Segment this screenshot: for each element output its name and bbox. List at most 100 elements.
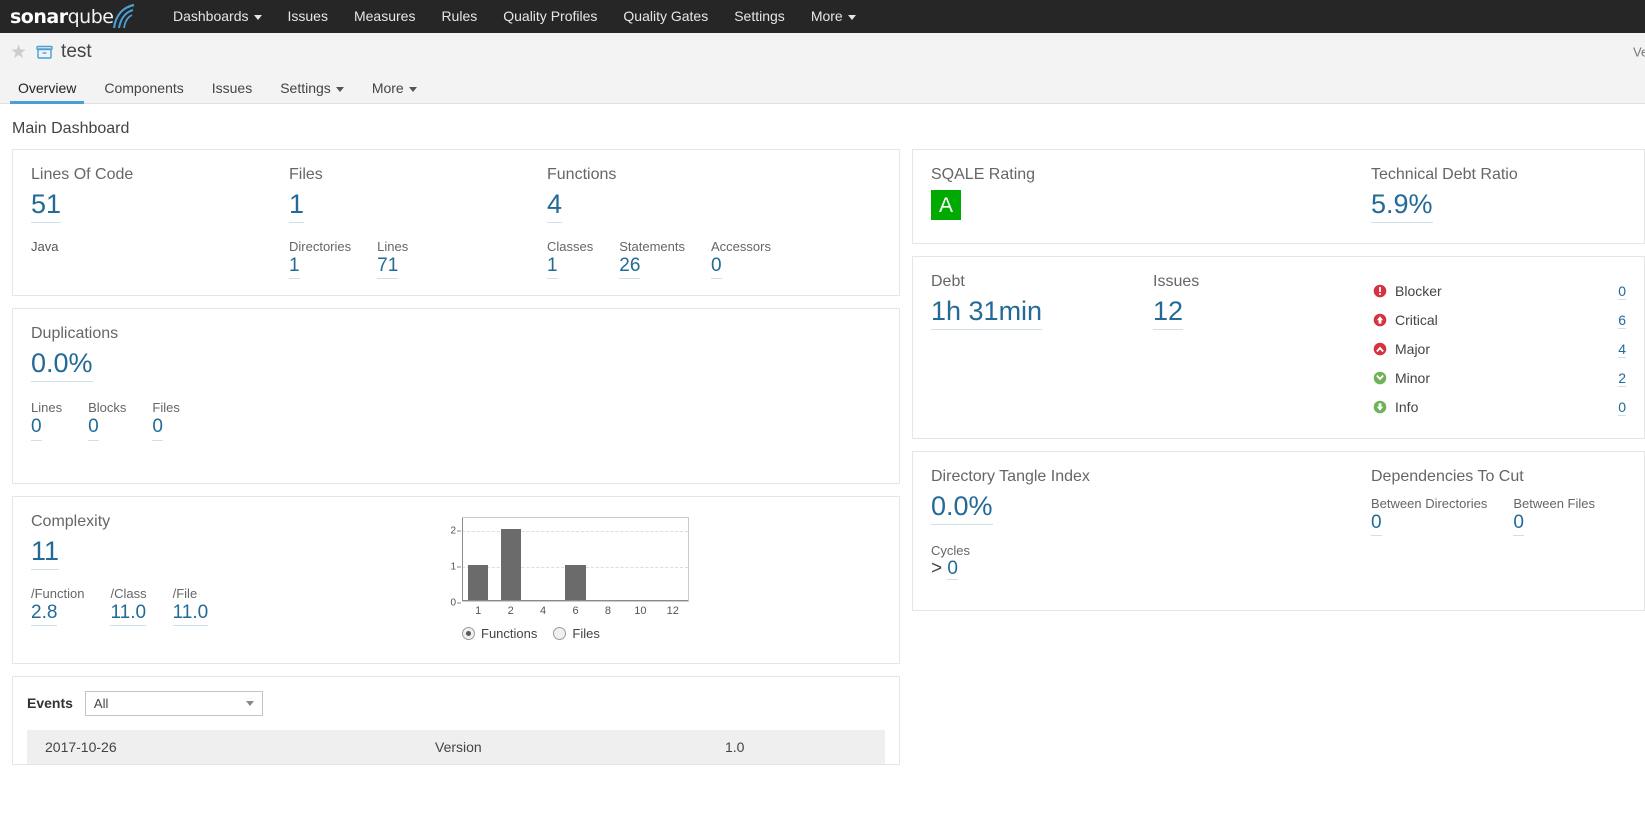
duplicated-blocks-block: Blocks 0 (88, 400, 126, 441)
functions-value[interactable]: 4 (547, 188, 563, 223)
files-value[interactable]: 1 (289, 188, 305, 223)
event-name: 1.0 (707, 729, 885, 764)
cycles-value-row: > 0 (931, 557, 1371, 580)
tab-settings[interactable]: Settings (266, 81, 358, 103)
severity-label-minor: Minor (1395, 370, 1431, 387)
lines-value[interactable]: 71 (377, 254, 399, 280)
severity-row-blocker[interactable]: Blocker 0 (1373, 277, 1626, 306)
chevron-down-icon (253, 14, 262, 20)
duplicated-files-value[interactable]: 0 (152, 415, 163, 441)
nav-item-issues[interactable]: Issues (275, 0, 341, 33)
favorite-star-icon[interactable]: ★ (10, 43, 27, 62)
between-files-label: Between Files (1513, 495, 1595, 511)
nav-item-quality-profiles[interactable]: Quality Profiles (490, 0, 610, 33)
nav-item-dashboards[interactable]: Dashboards (160, 0, 275, 33)
tab-settings-label: Settings (280, 80, 331, 96)
sonarqube-logo[interactable]: sonarqube (10, 0, 138, 33)
radio-files[interactable]: Files (553, 626, 600, 641)
technical-debt-ratio-value[interactable]: 5.9% (1371, 188, 1433, 223)
severity-row-minor[interactable]: Minor 2 (1373, 364, 1626, 393)
complexity-per-class-label: /Class (110, 585, 147, 601)
chart-gridline (462, 530, 688, 532)
severity-row-critical[interactable]: Critical 6 (1373, 306, 1626, 335)
sqale-rating-label: SQALE Rating (931, 166, 1036, 183)
lines-of-code-value[interactable]: 51 (31, 188, 62, 223)
between-files-value[interactable]: 0 (1513, 511, 1524, 537)
chart-x-tick: 10 (634, 604, 647, 617)
dashboard-right-column: SQALE Rating A Technical Debt Ratio 5.9%… (912, 149, 1645, 623)
directories-value[interactable]: 1 (289, 254, 300, 280)
project-header: ★ test Vers (0, 33, 1645, 71)
logo-text-light: qube (67, 5, 114, 28)
technical-debt-ratio-label: Technical Debt Ratio (1371, 166, 1518, 183)
complexity-per-file-value[interactable]: 11.0 (172, 601, 209, 627)
nav-item-settings[interactable]: Settings (721, 0, 798, 33)
directory-tangle-index-value[interactable]: 0.0% (931, 490, 993, 525)
duplications-label: Duplications (31, 325, 119, 343)
tab-components[interactable]: Components (90, 81, 197, 103)
complexity-per-function-block: /Function 2.8 (31, 586, 84, 627)
severity-row-major[interactable]: Major 4 (1373, 335, 1626, 364)
duplicated-lines-value[interactable]: 0 (31, 415, 42, 441)
complexity-chart-legend: Functions Files (462, 626, 689, 641)
radio-functions-icon (462, 626, 475, 640)
cycles-value[interactable]: 0 (947, 557, 958, 580)
severity-count-major[interactable]: 4 (1618, 341, 1626, 358)
logo-text: sonarqube (10, 5, 114, 28)
nav-item-quality-gates[interactable]: Quality Gates (610, 0, 721, 33)
duplicated-blocks-value[interactable]: 0 (88, 415, 99, 441)
project-version-label: Vers (1632, 44, 1645, 60)
chart-x-tick: 12 (666, 604, 679, 617)
severity-list: Blocker 0 Critical 6 Major 4 Minor 2 Inf… (1373, 273, 1626, 422)
radio-functions[interactable]: Functions (462, 626, 537, 641)
nav-item-measures[interactable]: Measures (341, 0, 428, 33)
between-directories-value[interactable]: 0 (1371, 511, 1382, 537)
chart-x-tick: 1 (475, 604, 482, 617)
global-navbar: sonarqube Dashboards Issues Measures Rul… (0, 0, 1645, 33)
severity-count-blocker[interactable]: 0 (1618, 283, 1626, 300)
events-filter-select[interactable]: All (84, 690, 263, 716)
chart-bar[interactable] (468, 564, 489, 601)
chart-x-axis (462, 599, 688, 601)
statements-label: Statements (619, 238, 686, 254)
tab-issues[interactable]: Issues (198, 81, 266, 103)
tab-overview[interactable]: Overview (4, 81, 90, 104)
severity-count-minor[interactable]: 2 (1618, 370, 1626, 387)
directory-tangle-index-label: Directory Tangle Index (931, 467, 1090, 485)
chart-x-tick: 4 (540, 604, 547, 617)
complexity-per-class-value[interactable]: 11.0 (110, 601, 147, 627)
project-tabs: Overview Components Issues Settings More (0, 71, 1645, 104)
duplications-value[interactable]: 0.0% (31, 347, 93, 383)
lines-of-code-block: Lines Of Code 51 Java (31, 166, 289, 279)
classes-value[interactable]: 1 (547, 254, 558, 280)
severity-row-info[interactable]: Info 0 (1373, 393, 1626, 422)
design-widget: Directory Tangle Index 0.0% Cycles > 0 D… (912, 450, 1645, 611)
statements-value[interactable]: 26 (619, 254, 641, 280)
dependencies-to-cut-label: Dependencies To Cut (1371, 467, 1524, 485)
sqale-rating-badge[interactable]: A (931, 190, 961, 220)
duplicated-lines-label: Lines (31, 400, 63, 416)
issues-value[interactable]: 12 (1153, 295, 1184, 330)
nav-item-more[interactable]: More (798, 0, 869, 33)
duplicated-files-block: Files 0 (152, 400, 180, 441)
tab-more[interactable]: More (358, 81, 431, 103)
complexity-distribution-chart: 0 1 2 1 2 4 6 8 10 12 Functions Files (431, 513, 689, 641)
chevron-down-icon (847, 14, 856, 20)
chart-bar[interactable] (500, 528, 521, 601)
issues-label: Issues (1153, 272, 1200, 290)
complexity-per-function-value[interactable]: 2.8 (31, 601, 58, 627)
lines-block: Lines 71 (377, 239, 408, 280)
sqale-rating-widget: SQALE Rating A Technical Debt Ratio 5.9% (912, 149, 1645, 244)
nav-item-rules[interactable]: Rules (428, 0, 490, 33)
complexity-per-function-label: /Function (31, 585, 85, 601)
chevron-down-icon (335, 86, 344, 92)
complexity-value[interactable]: 11 (31, 535, 60, 570)
accessors-value[interactable]: 0 (711, 254, 722, 280)
debt-value[interactable]: 1h 31min (931, 295, 1043, 330)
severity-count-critical[interactable]: 6 (1618, 312, 1626, 329)
severity-count-info[interactable]: 0 (1618, 399, 1626, 416)
chart-x-tick: 6 (572, 604, 579, 617)
critical-icon (1373, 313, 1387, 327)
chart-bar[interactable] (565, 564, 586, 601)
table-row[interactable]: 2017-10-26 Version 1.0 (27, 729, 885, 764)
